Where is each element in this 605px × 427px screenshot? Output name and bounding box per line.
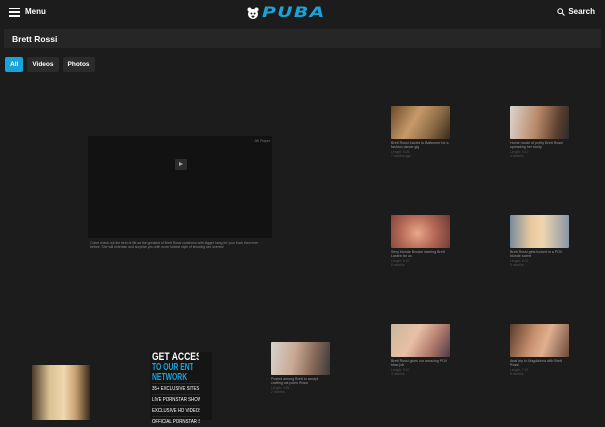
menu-label: Menu	[25, 7, 46, 16]
video-thumbnail[interactable]	[510, 215, 569, 248]
video-caption[interactable]: Brett Rossi gets fucked in a POV blonde …	[510, 250, 569, 259]
video-date: 2 months	[271, 389, 285, 394]
ad-item: LIVE PORNSTAR SHOWS	[152, 394, 200, 405]
video-card[interactable]: Brett Rossi travels to Baltimore for a f…	[391, 106, 450, 158]
logo-mark-icon	[247, 7, 259, 19]
video-card[interactable]: Posted among Brett to accept crafting vi…	[271, 342, 330, 394]
video-thumbnail[interactable]	[510, 106, 569, 139]
video-caption[interactable]: Home movie of pretty Brett Rossi spreadi…	[510, 141, 569, 150]
video-thumbnail[interactable]	[271, 342, 330, 375]
video-date: 5 months	[510, 371, 524, 376]
filter-tabs: All Videos Photos	[5, 57, 95, 72]
top-bar: Menu PUBA Search	[0, 0, 605, 26]
video-card[interactable]: Brett Rossi gives our amazing POV blow j…	[391, 324, 450, 376]
video-thumbnail[interactable]	[391, 215, 450, 248]
photo-thumbnail[interactable]	[32, 365, 90, 420]
search-icon	[557, 8, 566, 16]
video-date: 8 months	[391, 262, 405, 267]
title-bar: Brett Rossi	[4, 29, 601, 48]
ad-subheadline-2: NETWORK	[152, 373, 188, 383]
video-player[interactable]: JW Player	[88, 136, 272, 238]
search-label: Search	[568, 7, 595, 16]
player-label: JW Player	[254, 139, 270, 143]
network-ad-banner[interactable]: GET ACCESS TO OUR ENTIRE NETWORK 35+ EXC…	[150, 352, 212, 425]
ad-item: EXCLUSIVE HD VIDEOS	[152, 405, 200, 416]
video-card[interactable]: Brett Rossi gets fucked in a POV blonde …	[510, 215, 569, 267]
video-thumbnail[interactable]	[391, 106, 450, 139]
logo-text: PUBA	[262, 5, 326, 21]
menu-button[interactable]: Menu	[9, 7, 46, 17]
play-icon[interactable]	[175, 159, 187, 170]
hamburger-icon	[9, 7, 20, 17]
video-thumbnail[interactable]	[510, 324, 569, 357]
video-thumbnail[interactable]	[391, 324, 450, 357]
tab-photos[interactable]: Photos	[62, 57, 95, 72]
video-card[interactable]: Home movie of pretty Brett Rossi spreadi…	[510, 106, 569, 158]
ad-item: OFFICIAL PORNSTAR SITES	[152, 416, 200, 427]
video-caption[interactable]: Anal trip to Magdalena with Brett Rossi	[510, 359, 569, 368]
player-caption: Come check out the best of life as the g…	[90, 241, 259, 250]
site-logo[interactable]: PUBA	[247, 6, 324, 20]
video-caption[interactable]: Brett Rossi gives our amazing POV blow j…	[391, 359, 450, 368]
ad-headline: GET ACCESS	[152, 352, 199, 363]
ad-item: 35+ EXCLUSIVE SITES	[152, 383, 200, 394]
tab-videos[interactable]: Videos	[27, 57, 59, 72]
video-card[interactable]: Anal trip to Magdalena with Brett Rossi …	[510, 324, 569, 376]
page-title: Brett Rossi	[12, 34, 58, 44]
video-caption[interactable]: Sexy blonde Brooke starring Brett Lusten…	[391, 250, 450, 259]
video-date: 4 months	[510, 153, 524, 158]
video-caption[interactable]: Brett Rossi travels to Baltimore for a f…	[391, 141, 450, 150]
search-button[interactable]: Search	[557, 7, 595, 17]
video-date: 7 months ago	[391, 153, 411, 158]
video-date: 3 months	[391, 371, 405, 376]
video-card[interactable]: Sexy blonde Brooke starring Brett Lusten…	[391, 215, 450, 267]
video-caption[interactable]: Posted among Brett to accept crafting vi…	[271, 377, 330, 386]
ad-subheadline: TO OUR ENTIRE	[152, 363, 193, 373]
tab-all[interactable]: All	[5, 57, 24, 72]
video-date: 5 months	[510, 262, 524, 267]
